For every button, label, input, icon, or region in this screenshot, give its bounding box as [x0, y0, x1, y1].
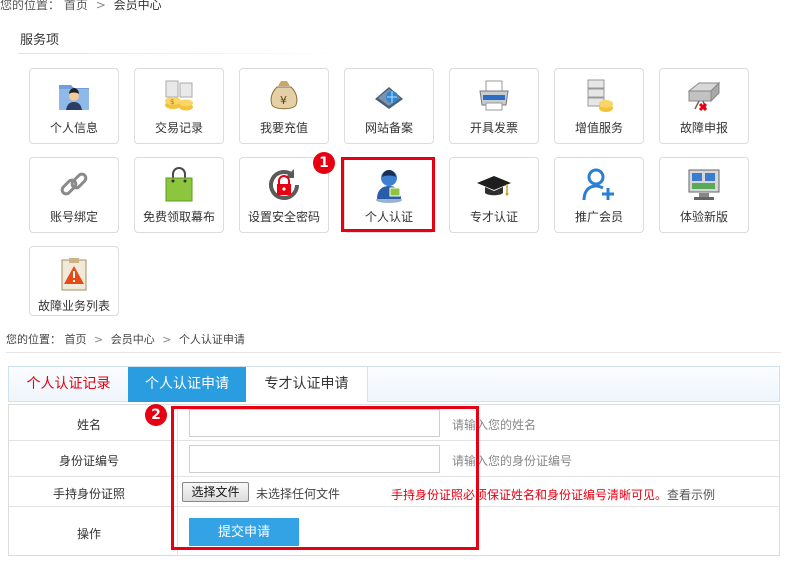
- tile-label: 网站备案: [364, 121, 413, 135]
- user-folder-icon: [55, 77, 93, 115]
- link-icon: [55, 166, 93, 204]
- tab-talent-application[interactable]: 专才认证申请: [246, 367, 368, 402]
- svg-text:$: $: [170, 98, 174, 106]
- tile-label: 设置安全密码: [247, 210, 320, 224]
- money-bag-icon: ¥: [265, 77, 303, 115]
- tile-transactions[interactable]: $ 交易记录: [134, 68, 224, 144]
- broken-device-icon: [685, 77, 723, 115]
- tile-label: 账号绑定: [49, 210, 98, 224]
- tab-personal-application[interactable]: 个人认证申请: [128, 367, 246, 402]
- breadcrumb-current: 个人认证申请: [178, 333, 245, 346]
- shopping-bag-icon: [160, 166, 198, 204]
- printer-icon: [475, 77, 513, 115]
- tile-fault-list[interactable]: 故障业务列表: [29, 246, 119, 316]
- tile-label: 体验新版: [679, 210, 728, 224]
- view-example-link[interactable]: 查看示例: [667, 488, 715, 502]
- tab-bar: 个人认证记录 个人认证申请 专才认证申请: [8, 366, 780, 402]
- tile-label: 推广会员: [574, 210, 623, 224]
- add-user-icon: [580, 166, 618, 204]
- graduation-cap-icon: [475, 166, 513, 204]
- action-label: 操作: [76, 527, 101, 541]
- tile-value-added[interactable]: 增值服务: [554, 68, 644, 144]
- tile-label: 增值服务: [574, 121, 623, 135]
- highlight-personal-verification: [341, 157, 435, 232]
- svg-text:¥: ¥: [280, 94, 287, 107]
- monitor-icon: [685, 166, 723, 204]
- tile-label: 免费领取幕布: [142, 210, 215, 224]
- breadcrumb-prefix: 您的位置：: [0, 0, 61, 12]
- tile-label: 故障申报: [679, 121, 728, 135]
- tile-invoice[interactable]: 开具发票: [449, 68, 539, 144]
- breadcrumb-home[interactable]: 首页: [65, 333, 87, 346]
- tile-try-new-version[interactable]: 体验新版: [659, 157, 749, 233]
- breadcrumb-home[interactable]: 首页: [64, 0, 88, 12]
- website-icon: [370, 77, 408, 115]
- step-badge-1: 1: [313, 152, 335, 174]
- highlight-form-inputs: [171, 406, 479, 550]
- tile-label: 专才认证: [469, 210, 518, 224]
- refresh-lock-icon: [265, 166, 303, 204]
- step-badge-2: 2: [145, 404, 167, 426]
- tile-label: 故障业务列表: [37, 299, 110, 313]
- tile-website-filing[interactable]: 网站备案: [344, 68, 434, 144]
- tile-talent-verification[interactable]: 专才认证: [449, 157, 539, 233]
- breadcrumb-member-center[interactable]: 会员中心: [111, 333, 155, 346]
- services-divider: [18, 53, 348, 54]
- breadcrumb-prefix: 您的位置：: [6, 333, 61, 346]
- tile-label: 交易记录: [154, 121, 203, 135]
- server-coins-icon: [580, 77, 618, 115]
- tile-label: 我要充值: [259, 121, 308, 135]
- tile-label: 开具发票: [469, 121, 518, 135]
- breadcrumb-divider: [6, 352, 781, 353]
- tile-account-binding[interactable]: 账号绑定: [29, 157, 119, 233]
- tile-promote-member[interactable]: 推广会员: [554, 157, 644, 233]
- tab-verification-records[interactable]: 个人认证记录: [9, 367, 128, 402]
- breadcrumb-separator: >: [94, 333, 104, 346]
- warning-clipboard-icon: [55, 255, 93, 293]
- breadcrumb-sub: 您的位置： 首页 > 会员中心 > 个人认证申请: [6, 333, 245, 347]
- breadcrumb-separator: >: [162, 333, 172, 346]
- tile-fault-report[interactable]: 故障申报: [659, 68, 749, 144]
- tile-free-backdrop[interactable]: 免费领取幕布: [134, 157, 224, 233]
- services-title: 服务项: [20, 33, 60, 48]
- breadcrumb-member-center[interactable]: 会员中心: [114, 0, 162, 12]
- coins-icon: $: [160, 77, 198, 115]
- breadcrumb: 您的位置： 首页 > 会员中心: [0, 0, 162, 13]
- tile-recharge[interactable]: ¥ 我要充值: [239, 68, 329, 144]
- id-number-label: 身份证编号: [58, 454, 119, 468]
- breadcrumb-separator: >: [95, 0, 106, 12]
- tile-label: 个人信息: [49, 121, 98, 135]
- tile-personal-info[interactable]: 个人信息: [29, 68, 119, 144]
- id-photo-label: 手持身份证照: [52, 487, 125, 501]
